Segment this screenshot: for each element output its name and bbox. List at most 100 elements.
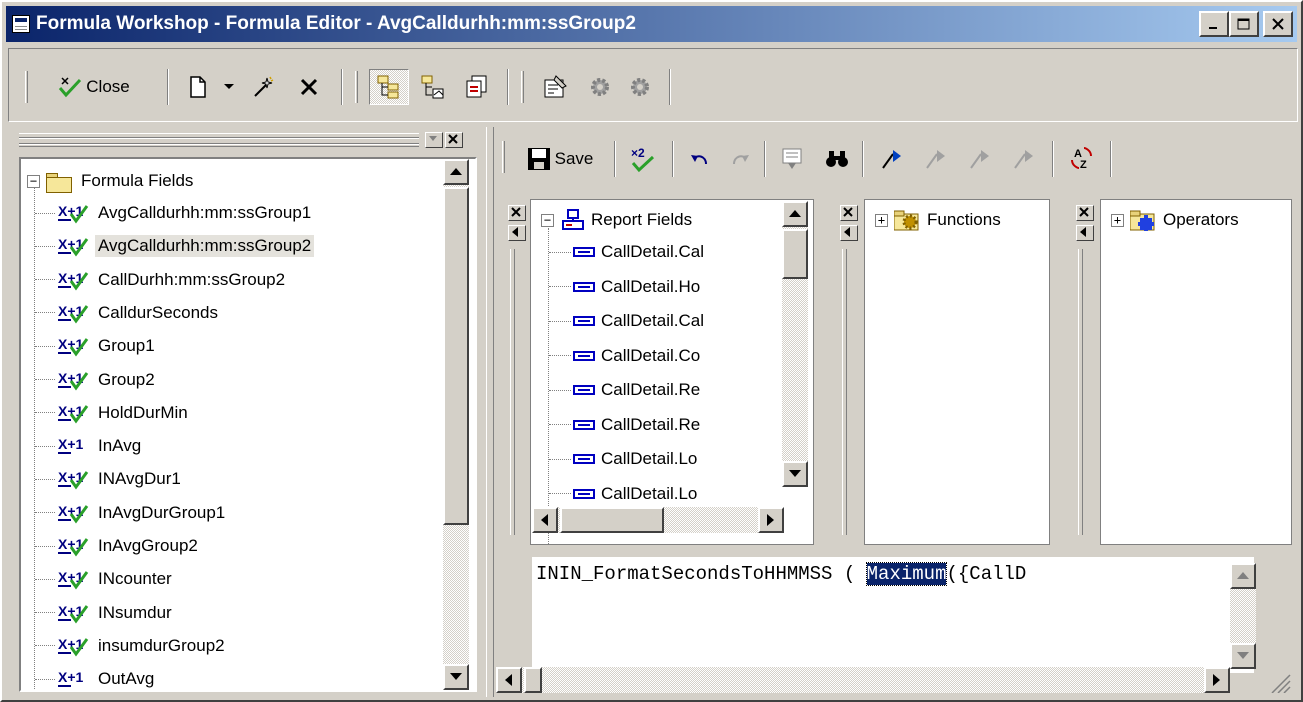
scroll-down-button[interactable] <box>443 664 469 690</box>
undo-button[interactable] <box>682 141 718 177</box>
pane-close-button[interactable] <box>445 132 463 148</box>
panel-grip[interactable] <box>510 249 515 535</box>
scroll-thumb[interactable] <box>524 667 542 693</box>
collapse-icon[interactable]: − <box>27 174 40 188</box>
scroll-left-button[interactable] <box>532 507 558 533</box>
expand-icon[interactable]: + <box>1111 213 1124 227</box>
report-field-item[interactable]: CallDetail.Re <box>549 409 700 441</box>
operators-collapse-button[interactable] <box>1076 225 1094 241</box>
toolbar-grip[interactable] <box>521 71 524 103</box>
formula-field-item[interactable]: X+1 Group2 <box>35 364 158 396</box>
functions-collapse-button[interactable] <box>840 225 858 241</box>
formula-field-item[interactable]: X+1 CallDurhh:mm:ssGroup2 <box>35 264 288 296</box>
functions-close-button[interactable] <box>840 205 858 221</box>
panel-grip[interactable] <box>842 249 847 535</box>
minimize-button[interactable] <box>1199 11 1229 37</box>
clear-bookmarks-button[interactable] <box>1004 141 1044 177</box>
tree-root-operators[interactable]: + Operators <box>1111 204 1242 236</box>
tree-root-formula-fields[interactable]: − Formula Fields <box>27 165 196 197</box>
formula-field-item[interactable]: X+1 CalldurSeconds <box>35 297 221 329</box>
formula-field-item[interactable]: X+1 INAvgDur1 <box>35 463 184 495</box>
scroll-left-button[interactable] <box>496 667 522 693</box>
properties-button[interactable] <box>535 69 575 105</box>
report-field-item[interactable]: CallDetail.Lo <box>549 443 697 475</box>
show-fields-button[interactable] <box>413 69 453 105</box>
report-field-item[interactable]: CallDetail.Ho <box>549 271 700 303</box>
report-fields-close-button[interactable] <box>508 205 526 221</box>
formula-field-item[interactable]: X+1 AvgCalldurhh:mm:ssGroup2 <box>35 230 315 262</box>
editor-vscrollbar[interactable] <box>1230 563 1256 669</box>
report-field-item[interactable]: CallDetail.Lo <box>549 478 697 510</box>
resize-grip[interactable] <box>1262 667 1292 693</box>
scroll-up-button[interactable] <box>443 159 469 185</box>
maximize-button[interactable] <box>1229 11 1259 37</box>
panel-grip[interactable] <box>1078 249 1083 535</box>
report-fields-tree[interactable]: − Report Fields CallDetail.Cal CallDetail… <box>530 199 814 545</box>
copy-formula-button[interactable] <box>457 69 497 105</box>
toolbar-grip[interactable] <box>25 71 28 103</box>
scroll-down-button[interactable] <box>782 461 808 487</box>
report-field-item[interactable]: CallDetail.Cal <box>549 305 704 337</box>
report-field-item[interactable]: CallDetail.Co <box>549 340 700 372</box>
arrow-left-icon <box>512 227 518 237</box>
title-bar[interactable]: Formula Workshop - Formula Editor - AvgC… <box>6 6 1297 42</box>
formula-fields-tree[interactable]: − Formula Fields X+1 AvgCalldurhh:mm:ssGr… <box>19 157 477 692</box>
scroll-right-button[interactable] <box>1204 667 1230 693</box>
formula-field-item[interactable]: X+1 INsumdur <box>35 597 175 629</box>
redo-button[interactable] <box>722 141 758 177</box>
toggle-tree-button[interactable] <box>369 69 409 105</box>
tree-root-functions[interactable]: + Functions <box>875 204 1004 236</box>
gear-button-1[interactable] <box>581 69 619 105</box>
formula-tree-scrollbar[interactable] <box>443 159 469 690</box>
report-field-item[interactable]: CallDetail.Cal <box>549 236 704 268</box>
scroll-thumb[interactable] <box>782 229 808 279</box>
formula-field-item[interactable]: X+1 insumdurGroup2 <box>35 630 228 662</box>
scroll-thumb[interactable] <box>443 187 469 525</box>
previous-bookmark-button[interactable] <box>960 141 1000 177</box>
collapse-icon[interactable]: − <box>541 213 554 227</box>
formula-text-editor[interactable]: ININ_FormatSecondsToHHMMSS ( Maximum({Ca… <box>532 557 1254 673</box>
toolbar-grip[interactable] <box>355 71 358 103</box>
close-window-button[interactable] <box>1263 11 1293 37</box>
report-fields-hscrollbar[interactable] <box>532 507 784 533</box>
scroll-up-button[interactable] <box>782 201 808 227</box>
new-formula-dropdown[interactable] <box>219 69 239 105</box>
next-bookmark-button[interactable] <box>916 141 956 177</box>
report-field-item[interactable]: CallDetail.Re <box>549 374 700 406</box>
formula-field-item[interactable]: X+1 Group1 <box>35 330 158 362</box>
formula-field-item[interactable]: X+1 InAvg <box>35 430 144 462</box>
delete-button[interactable] <box>291 69 327 105</box>
bookmark-toggle-button[interactable] <box>872 141 912 177</box>
formula-field-item[interactable]: X+1 InAvgGroup2 <box>35 530 201 562</box>
expand-icon[interactable]: + <box>875 213 888 227</box>
browse-data-button[interactable] <box>774 141 812 177</box>
operators-close-button[interactable] <box>1076 205 1094 221</box>
scroll-thumb[interactable] <box>560 507 664 533</box>
formula-field-item[interactable]: X+1 INcounter <box>35 563 175 595</box>
report-fields-vscrollbar[interactable] <box>782 201 808 487</box>
scroll-right-button[interactable] <box>758 507 784 533</box>
pane-grip-bar[interactable] <box>19 133 419 147</box>
formula-field-item[interactable]: X+1 AvgCalldurhh:mm:ssGroup1 <box>35 197 314 229</box>
formula-field-item[interactable]: X+1 OutAvg <box>35 663 157 690</box>
save-button[interactable]: Save <box>514 141 606 177</box>
toolbar-grip[interactable] <box>502 141 505 173</box>
scroll-up-button[interactable] <box>1230 563 1256 589</box>
find-button[interactable] <box>818 141 856 177</box>
pane-menu-button[interactable] <box>425 132 443 148</box>
sort-tree-button[interactable]: A Z <box>1062 141 1102 177</box>
operators-tree[interactable]: + Operators <box>1100 199 1292 545</box>
expert-button[interactable] <box>245 69 281 105</box>
formula-field-item[interactable]: X+1 InAvgDurGroup1 <box>35 497 228 529</box>
new-formula-button[interactable] <box>181 69 215 105</box>
pane-splitter[interactable] <box>486 127 494 697</box>
tree-root-report-fields[interactable]: − Report Fields <box>541 204 695 236</box>
scroll-down-button[interactable] <box>1230 643 1256 669</box>
gear-button-2[interactable] <box>621 69 659 105</box>
editor-hscrollbar[interactable] <box>496 667 1230 693</box>
check-syntax-button[interactable]: ×2 <box>624 141 662 177</box>
close-button[interactable]: Close <box>39 69 149 105</box>
report-fields-collapse-button[interactable] <box>508 225 526 241</box>
functions-tree[interactable]: + Functions <box>864 199 1050 545</box>
formula-field-item[interactable]: X+1 HoldDurMin <box>35 397 191 429</box>
